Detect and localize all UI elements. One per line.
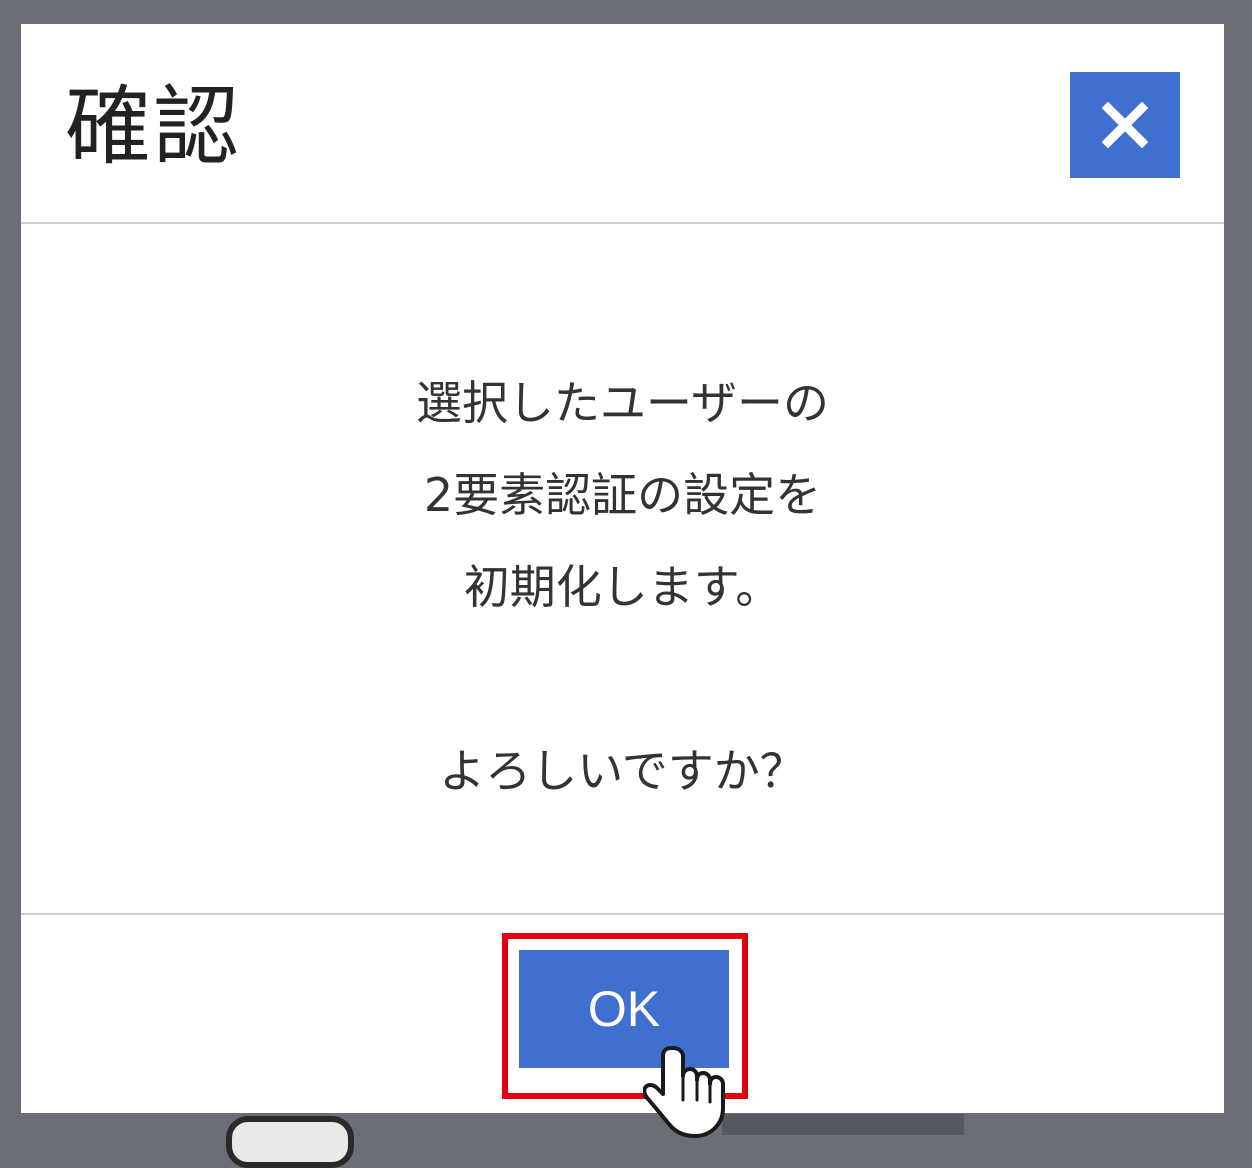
message-question-line: よろしいですか？ — [439, 744, 806, 798]
background-element-fragment — [226, 1116, 354, 1168]
background-strip — [722, 1114, 964, 1135]
dialog-title: 確認 — [65, 77, 241, 177]
dialog-footer: OK — [21, 913, 1224, 1113]
dialog-body: 選択したユーザーの 2要素認証の設定を 初期化します。 よろしいですか？ — [21, 224, 1224, 914]
message-line: 初期化します。 — [463, 560, 782, 614]
close-icon — [1102, 102, 1148, 148]
hand-pointer-icon — [643, 1046, 725, 1138]
message-spacer-line — [21, 633, 1224, 725]
confirm-dialog: 確認 選択したユーザーの 2要素認証の設定を 初期化します。 よろしいですか？ … — [21, 24, 1224, 1113]
confirm-message: 選択したユーザーの 2要素認証の設定を 初期化します。 よろしいですか？ — [21, 357, 1224, 817]
dialog-header: 確認 — [21, 24, 1224, 224]
message-line: 2要素認証の設定を — [423, 468, 822, 522]
message-line: 選択したユーザーの — [415, 376, 830, 430]
close-button[interactable] — [1070, 72, 1180, 178]
